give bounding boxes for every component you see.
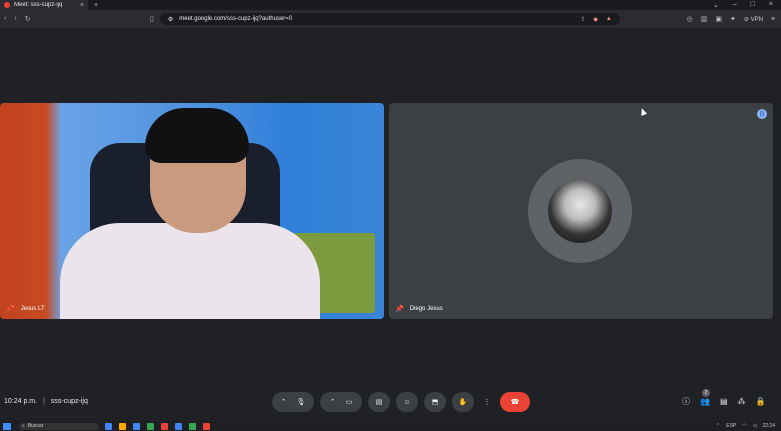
microphone-icon[interactable]: 🎙 [296,398,305,406]
info-icon[interactable]: ⓘ [682,396,690,407]
chrome-icon[interactable] [203,422,210,430]
browser-tabbar: Meet: sss-cupz-ijq × + ⌄ – □ × [0,0,781,10]
meet-control-bar: 10:24 p.m. | sss-cupz-ijq ⌃ 🎙 ⌃ ▭ ▤ ☺ ⬒ … [0,388,781,418]
chat-icon[interactable]: ▤ [720,397,728,406]
participant-label: 📌 Diego Jesus [395,305,443,313]
share-icon[interactable]: ⇪ [580,16,585,23]
speaking-indicator-icon: ||| [757,109,767,119]
close-tab-icon[interactable]: × [80,2,84,9]
site-info-icon[interactable]: ⚙ [168,16,173,23]
app-icon[interactable] [147,422,154,430]
side-controls: ⓘ 2 👥 ▤ ⁂ 🔒 [682,389,766,407]
system-tray: ⌃ ESP ◠ ◁ 22:24 [716,423,781,429]
video-person-hair [145,108,249,163]
windows-taskbar: ⌕ Buscar ⌃ ESP ◠ ◁ 22:24 [0,421,781,431]
lang-indicator[interactable]: ESP [726,423,736,429]
rewards-icon[interactable]: ▲ [606,16,612,23]
app-icon[interactable] [189,422,196,430]
chevron-up-icon[interactable]: ⌃ [716,423,720,429]
present-button[interactable]: ⬒ [424,392,446,412]
video-person-body [60,223,320,319]
app-icon[interactable] [133,422,140,430]
call-controls: ⌃ 🎙 ⌃ ▭ ▤ ☺ ⬒ ✋ ⋮ ☎ [272,392,530,412]
participant-tile-jesus[interactable]: 📌 Jesus LT [0,103,384,319]
extensions-icon[interactable]: ✦ [730,15,736,23]
leave-call-button[interactable]: ☎ [500,392,530,412]
clock-time: 22:24 [762,422,775,429]
emoji-icon: ☺ [403,398,411,406]
tab-title: Meet: sss-cupz-ijq [14,2,63,8]
maximize-icon[interactable]: □ [751,1,755,9]
address-bar[interactable]: ⚙ meet.google.com/sss-cupz-ijq?authuser=… [159,13,620,25]
file-explorer-icon[interactable] [119,422,126,430]
search-placeholder: Buscar [27,423,44,429]
sidebar-icon[interactable]: ▥ [701,15,708,23]
avatar-ring [528,159,632,263]
more-options-button[interactable]: ⋮ [480,392,494,412]
separator: | [43,398,45,405]
participants-count-badge: 2 [702,389,710,397]
meeting-code: sss-cupz-ijq [50,398,88,405]
activities-icon[interactable]: ⁂ [738,397,746,406]
emoji-button[interactable]: ☺ [396,392,418,412]
taskbar-apps [105,422,210,430]
bookmark-icon[interactable]: ▯ [150,15,154,23]
participant-tile-diego[interactable]: ||| 📌 Diego Jesus [389,103,773,319]
meeting-time: 10:24 p.m. [4,398,38,405]
host-controls-icon[interactable]: 🔒 [756,397,766,406]
chevron-up-icon[interactable]: ⌃ [330,398,336,406]
camera-control[interactable]: ⌃ ▭ [320,392,362,412]
meeting-info: 10:24 p.m. | sss-cupz-ijq [4,398,88,405]
brave-icon[interactable] [161,422,168,430]
forward-icon[interactable]: › [14,15,16,23]
wallet-icon[interactable]: ▣ [715,15,722,23]
browser-tab[interactable]: Meet: sss-cupz-ijq × [0,0,88,10]
url-text: meet.google.com/sss-cupz-ijq?authuser=0 [179,16,293,22]
chevron-down-icon[interactable]: ⌄ [713,1,719,9]
taskbar-search[interactable]: ⌕ Buscar [19,422,99,430]
wifi-icon[interactable]: ◠ [742,423,746,429]
captions-button[interactable]: ▤ [368,392,390,412]
chevron-up-icon[interactable]: ⌃ [281,398,287,406]
participant-name: Jesus LT [20,306,45,312]
close-window-icon[interactable]: × [769,1,773,9]
raise-hand-button[interactable]: ✋ [452,392,474,412]
participant-label: 📌 Jesus LT [6,305,45,313]
app-icon[interactable] [105,422,112,430]
search-icon: ⌕ [22,423,25,429]
volume-icon[interactable]: ◁ [753,423,757,429]
reload-icon[interactable]: ↻ [25,15,31,23]
meet-favicon-icon [4,2,10,8]
window-controls: ⌄ – □ × [713,1,781,9]
more-vert-icon: ⋮ [483,399,491,406]
mic-control[interactable]: ⌃ 🎙 [272,392,314,412]
menu-icon[interactable]: ≡ [771,16,775,23]
new-tab-icon[interactable]: + [94,2,98,9]
windows-start-icon[interactable] [3,422,11,430]
present-icon: ⬒ [431,399,439,406]
chat-icon[interactable]: ◎ [687,15,693,23]
hand-icon: ✋ [458,399,468,406]
pin-icon[interactable]: 📌 [395,305,404,313]
phone-hangup-icon: ☎ [510,399,520,406]
people-button[interactable]: 2 👥 [700,389,710,406]
browser-toolbar: ‹ › ↻ ▯ ⚙ meet.google.com/sss-cupz-ijq?a… [0,10,781,28]
app-icon[interactable] [175,422,182,430]
shield-icon[interactable]: ◆ [593,16,598,23]
pin-icon[interactable]: 📌 [6,305,15,313]
avatar [548,179,612,243]
minimize-icon[interactable]: – [733,1,737,9]
participant-name: Diego Jesus [409,306,443,312]
captions-icon: ▤ [375,399,383,406]
back-icon[interactable]: ‹ [4,15,6,23]
camera-icon[interactable]: ▭ [346,398,353,406]
vpn-button[interactable]: ⊘ VPN [744,16,763,23]
people-icon: 👥 [700,397,710,406]
clock[interactable]: 22:24 [762,422,775,429]
